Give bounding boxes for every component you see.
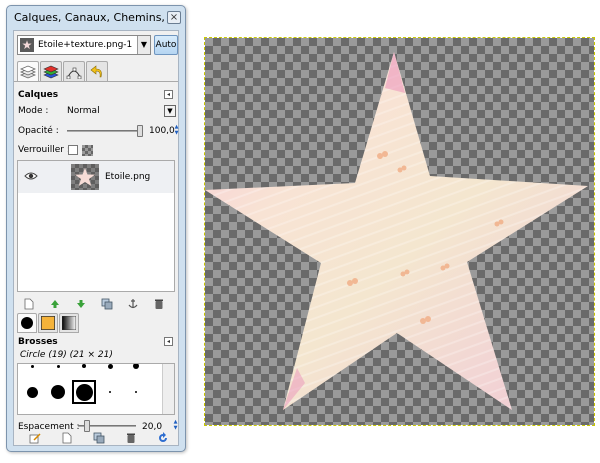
duplicate-brush-icon[interactable]: [92, 431, 106, 445]
selected-brush-label: Circle (19) (21 × 21): [20, 350, 113, 360]
tab-patterns[interactable]: [38, 313, 58, 333]
brush-item[interactable]: [98, 380, 122, 404]
tab-undo-history[interactable]: [86, 61, 108, 81]
mode-dropdown-icon[interactable]: ▼: [164, 105, 176, 117]
opacity-spin-icon[interactable]: ▲ ▼: [173, 124, 180, 138]
dock-client-area: ★ Etoile+texture.png-1 ▼ Auto Calques ◂ …: [13, 30, 179, 446]
lock-label: Verrouiller :: [18, 145, 70, 155]
delete-brush-icon[interactable]: [124, 431, 138, 445]
layers-icon: [20, 65, 36, 79]
brush-scrollbar[interactable]: [162, 364, 174, 414]
opacity-value[interactable]: 100,0: [149, 126, 175, 136]
tab-channels[interactable]: [40, 61, 62, 81]
new-layer-icon[interactable]: [22, 297, 36, 311]
gradient-icon: [62, 316, 76, 330]
pattern-icon: [41, 316, 55, 330]
panel-menu-icon[interactable]: ◂: [164, 90, 173, 99]
image-selector-value: Etoile+texture.png-1: [38, 40, 133, 50]
refresh-brushes-icon[interactable]: [156, 431, 170, 445]
tab-gradients[interactable]: [59, 313, 79, 333]
dock-tabs: [17, 61, 109, 82]
brush-item[interactable]: [20, 364, 44, 378]
bottom-dock-tabs: [17, 313, 80, 333]
auto-button[interactable]: Auto: [154, 35, 178, 55]
tab-paths[interactable]: [63, 61, 85, 81]
star-thumbnail-icon: [75, 168, 95, 186]
chevron-down-icon[interactable]: ▼: [137, 36, 150, 54]
opacity-label: Opacité :: [18, 126, 59, 136]
layers-dock-window: Calques, Canaux, Chemins, ... × ★ Etoile…: [6, 5, 186, 452]
brush-item[interactable]: [46, 364, 70, 378]
layer-buttons: [22, 297, 178, 311]
brush-item[interactable]: [20, 380, 44, 404]
close-button[interactable]: ×: [167, 11, 181, 24]
star-image: [205, 52, 588, 410]
brush-item[interactable]: [124, 380, 148, 404]
image-canvas[interactable]: [204, 37, 595, 426]
anchor-layer-icon[interactable]: [126, 297, 140, 311]
delete-layer-icon[interactable]: [152, 297, 166, 311]
lock-alpha-checkbox[interactable]: [68, 145, 78, 155]
brush-item-selected[interactable]: [72, 380, 96, 404]
tab-layers[interactable]: [17, 61, 39, 82]
new-brush-icon[interactable]: [60, 431, 74, 445]
edit-brush-icon[interactable]: [28, 431, 42, 445]
alpha-checker-icon: [82, 145, 93, 156]
layer-row[interactable]: Etoile.png: [18, 161, 174, 193]
image-selector[interactable]: ★ Etoile+texture.png-1 ▼: [17, 35, 151, 55]
mode-value[interactable]: Normal: [67, 106, 100, 116]
layer-name[interactable]: Etoile.png: [105, 172, 150, 182]
brushes-panel-title: Brosses: [18, 337, 58, 347]
undo-history-icon: [90, 64, 102, 77]
lower-layer-icon[interactable]: [74, 297, 88, 311]
tab-divider: [14, 81, 178, 82]
brush-item[interactable]: [98, 364, 122, 378]
image-thumbnail-icon: ★: [20, 38, 34, 52]
brush-buttons: [28, 431, 182, 445]
opacity-slider[interactable]: [67, 130, 142, 132]
layer-thumbnail: [71, 164, 99, 190]
paths-icon: [66, 67, 82, 79]
mode-label: Mode :: [18, 106, 49, 116]
layers-panel-title: Calques: [18, 90, 59, 100]
brush-grid: [17, 363, 175, 415]
layer-list: Etoile.png: [17, 160, 175, 292]
brushes-menu-icon[interactable]: ◂: [164, 337, 173, 346]
opacity-slider-handle[interactable]: [137, 125, 143, 137]
channels-icon: [43, 65, 59, 78]
tab-brushes[interactable]: [17, 313, 37, 333]
raise-layer-icon[interactable]: [48, 297, 62, 311]
brush-item[interactable]: [46, 380, 70, 404]
duplicate-layer-icon[interactable]: [100, 297, 114, 311]
brush-circle-icon: [21, 317, 33, 329]
eye-icon[interactable]: [24, 171, 38, 181]
brush-item[interactable]: [124, 364, 148, 378]
brush-item[interactable]: [72, 364, 96, 378]
window-title: Calques, Canaux, Chemins, ...: [14, 11, 179, 24]
